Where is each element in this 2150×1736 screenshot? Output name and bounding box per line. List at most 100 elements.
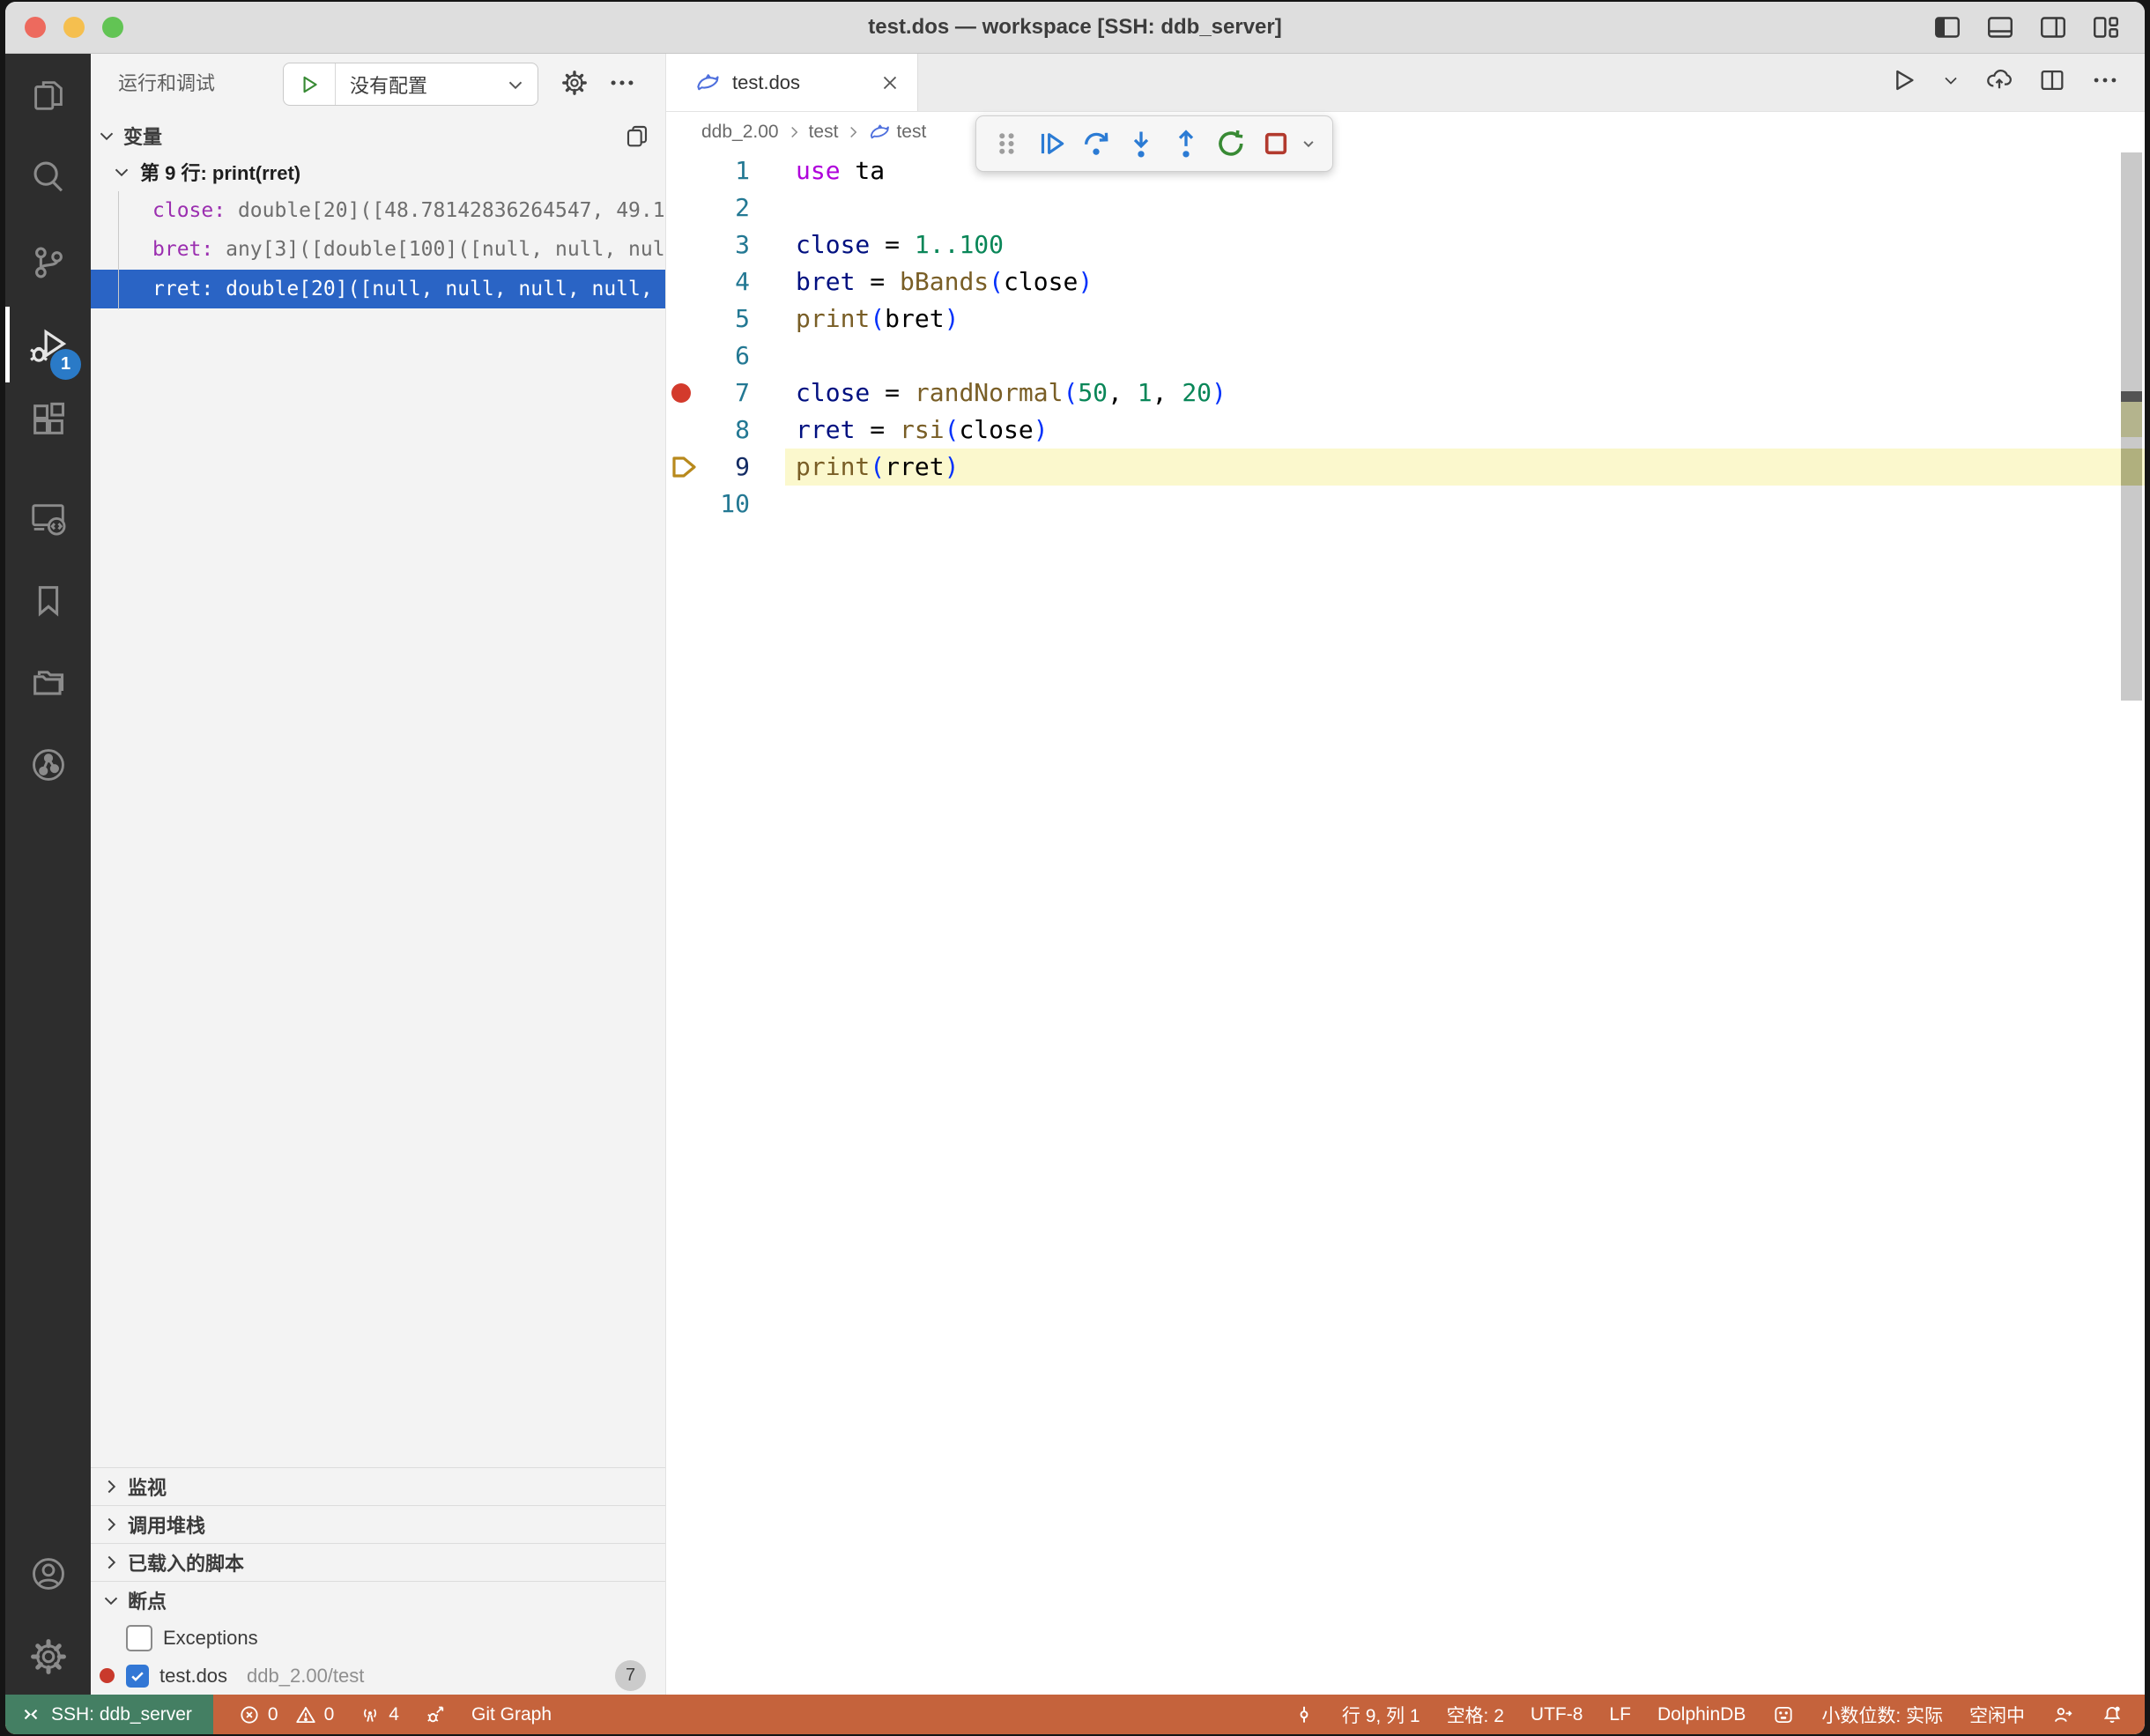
stop-dropdown-chevron-icon[interactable] — [1297, 132, 1320, 155]
toggle-secondary-sidebar-icon[interactable] — [2037, 11, 2069, 48]
code-text[interactable]: rret = rsi(close) — [785, 412, 2145, 449]
breakpoint-icon[interactable] — [671, 383, 691, 403]
decimals-setting[interactable]: 小数位数: 实际 — [1821, 1702, 1943, 1728]
git-graph-status-item[interactable]: Git Graph — [471, 1704, 552, 1725]
code-text[interactable]: print(rret) — [785, 449, 2145, 486]
language-mode[interactable]: DolphinDB — [1657, 1704, 1746, 1725]
settings-gear-icon[interactable] — [28, 1636, 69, 1677]
account-icon[interactable] — [28, 1554, 69, 1594]
code-line[interactable]: 5print(bret) — [666, 300, 2145, 338]
eol-sequence[interactable]: LF — [1609, 1704, 1631, 1725]
code-text[interactable] — [785, 486, 2145, 523]
split-editor-icon[interactable] — [2037, 65, 2067, 100]
code-line[interactable]: 2 — [666, 189, 2145, 226]
code-line[interactable]: 1use ta — [666, 152, 2145, 189]
code-lines: 1use ta23close = 1..1004bret = bBands(cl… — [666, 152, 2145, 523]
code-line[interactable]: 9print(rret) — [666, 449, 2145, 486]
breadcrumb-item[interactable]: test — [896, 122, 926, 143]
exceptions-breakpoint-row[interactable]: Exceptions — [91, 1619, 665, 1657]
code-text[interactable] — [785, 338, 2145, 375]
breadcrumb-item[interactable]: test — [809, 122, 839, 143]
breakpoint-checkbox[interactable] — [126, 1665, 149, 1688]
exceptions-checkbox[interactable] — [126, 1625, 152, 1651]
project-manager-icon[interactable] — [28, 662, 69, 702]
step-out-icon[interactable] — [1169, 127, 1203, 160]
connection-port-icon[interactable] — [1293, 1703, 1316, 1726]
debug-settings-gear-icon[interactable] — [560, 68, 589, 102]
code-line[interactable]: 3close = 1..100 — [666, 226, 2145, 263]
code-line[interactable]: 4bret = bBands(close) — [666, 263, 2145, 300]
cursor-position[interactable]: 行 9, 列 1 — [1342, 1702, 1420, 1728]
run-file-icon[interactable] — [1887, 65, 1917, 100]
code-text[interactable]: close = 1..100 — [785, 226, 2145, 263]
code-line[interactable]: 6 — [666, 338, 2145, 375]
overview-ruler[interactable] — [2121, 152, 2142, 701]
gutter[interactable] — [666, 412, 707, 449]
code-line[interactable]: 8rret = rsi(close) — [666, 412, 2145, 449]
breakpoint-gutter[interactable] — [666, 375, 707, 412]
feedback-person-icon[interactable] — [2051, 1703, 2074, 1726]
gutter[interactable] — [666, 189, 707, 226]
scope-row[interactable]: 第 9 行: print(rret) — [110, 153, 665, 190]
indentation[interactable]: 空格: 2 — [1447, 1702, 1504, 1728]
gutter[interactable] — [666, 486, 707, 523]
bookmarks-icon[interactable] — [28, 580, 69, 620]
gutter[interactable] — [666, 152, 707, 189]
server-state[interactable]: 空闲中 — [1969, 1702, 2025, 1728]
loaded-scripts-pane-header[interactable]: 已载入的脚本 — [91, 1543, 665, 1581]
more-actions-icon[interactable] — [607, 68, 637, 102]
upload-to-server-icon[interactable] — [1984, 65, 2014, 100]
launch-config-control[interactable]: 没有配置 — [283, 63, 538, 106]
start-debug-icon[interactable] — [284, 63, 336, 105]
toolbar-drag-handle[interactable] — [990, 127, 1023, 160]
close-tab-icon[interactable] — [879, 71, 901, 94]
toggle-primary-sidebar-icon[interactable] — [1931, 11, 1963, 48]
search-icon[interactable] — [28, 157, 69, 197]
run-dropdown-chevron-icon[interactable] — [1940, 70, 1961, 95]
continue-icon[interactable] — [1034, 127, 1068, 160]
code-text[interactable]: close = randNormal(50, 1, 20) — [785, 375, 2145, 412]
debug-session-indicator[interactable] — [424, 1703, 447, 1726]
step-over-icon[interactable] — [1079, 127, 1113, 160]
gutter[interactable] — [666, 263, 707, 300]
watch-pane-header[interactable]: 监视 — [91, 1467, 665, 1505]
more-actions-icon[interactable] — [2090, 65, 2120, 100]
variable-row-bret[interactable]: bret: any[3]([double[100]([null, null, n… — [91, 230, 665, 269]
dolphindb-panel-icon[interactable] — [1772, 1703, 1795, 1726]
ports-indicator[interactable]: 4 — [359, 1703, 399, 1726]
explorer-icon[interactable] — [28, 75, 69, 115]
remote-explorer-icon[interactable] — [28, 498, 69, 538]
current-step-gutter[interactable] — [666, 449, 707, 486]
file-breakpoint-row[interactable]: test.dos ddb_2.00/test 7 — [91, 1657, 665, 1695]
stop-icon[interactable] — [1259, 127, 1293, 160]
extensions-icon[interactable] — [28, 399, 69, 440]
copy-value-icon[interactable] — [623, 122, 651, 154]
gutter[interactable] — [666, 226, 707, 263]
toggle-panel-icon[interactable] — [1984, 11, 2016, 48]
breadcrumb-item[interactable]: ddb_2.00 — [701, 122, 779, 143]
tab-test-dos[interactable]: test.dos — [666, 54, 918, 111]
gutter[interactable] — [666, 300, 707, 338]
gutter[interactable] — [666, 338, 707, 375]
code-line[interactable]: 10 — [666, 486, 2145, 523]
git-graph-view-icon[interactable] — [28, 745, 69, 785]
breakpoints-pane-header[interactable]: 断点 — [91, 1581, 665, 1619]
variables-pane-header[interactable]: 变量 — [91, 117, 665, 154]
notifications-bell-icon[interactable] — [2101, 1703, 2124, 1726]
encoding[interactable]: UTF-8 — [1531, 1704, 1583, 1725]
code-line[interactable]: 7close = randNormal(50, 1, 20) — [666, 375, 2145, 412]
code-editor[interactable]: 1use ta23close = 1..1004bret = bBands(cl… — [666, 152, 2145, 1695]
variable-row-rret[interactable]: rret: double[20]([null, null, null, null… — [91, 270, 665, 308]
source-control-icon[interactable] — [28, 242, 69, 283]
restart-icon[interactable] — [1214, 127, 1248, 160]
customize-layout-icon[interactable] — [2090, 11, 2122, 48]
remote-indicator[interactable]: SSH: ddb_server — [5, 1695, 213, 1734]
code-text[interactable]: print(bret) — [785, 300, 2145, 338]
code-text[interactable] — [785, 189, 2145, 226]
variable-row-close[interactable]: close: double[20]([48.78142836264547, 49… — [91, 191, 665, 230]
code-text[interactable]: bret = bBands(close) — [785, 263, 2145, 300]
config-select-value[interactable]: 没有配置 — [336, 70, 504, 99]
step-into-icon[interactable] — [1124, 127, 1158, 160]
call-stack-pane-header[interactable]: 调用堆栈 — [91, 1505, 665, 1543]
problems-indicator[interactable]: 0 0 — [238, 1703, 334, 1726]
